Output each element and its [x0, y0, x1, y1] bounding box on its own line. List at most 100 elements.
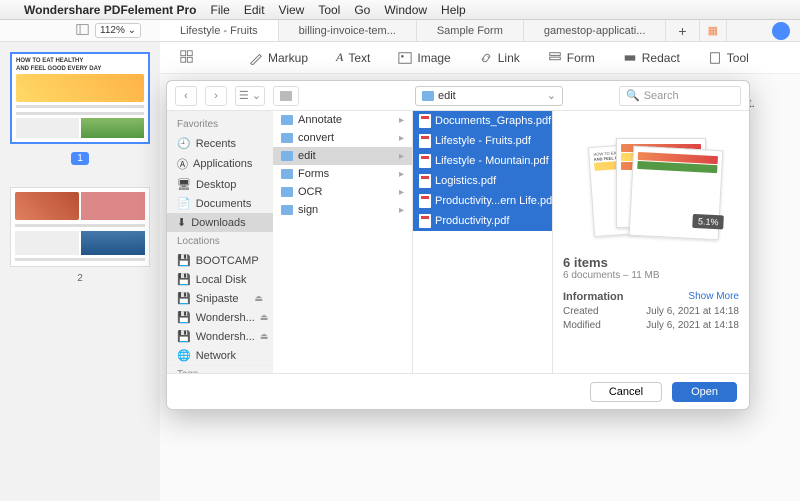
pdf-icon — [419, 154, 431, 168]
menu-edit[interactable]: Edit — [244, 3, 265, 17]
user-avatar[interactable] — [772, 22, 790, 40]
loc-wondershare2[interactable]: 💾Wondersh...⏏ — [167, 327, 273, 346]
file-documents-graphs[interactable]: Documents_Graphs.pdf — [413, 111, 552, 131]
open-button[interactable]: Open — [672, 382, 737, 402]
fav-applications[interactable]: ⒶApplications — [167, 153, 273, 175]
page-num-1: 1 — [71, 152, 89, 165]
file-logistics[interactable]: Logistics.pdf — [413, 171, 552, 191]
tab-billing[interactable]: billing-invoice-tem... — [279, 20, 417, 41]
tags-header: Tags — [167, 365, 273, 373]
menu-go[interactable]: Go — [354, 3, 370, 17]
apps-icon: Ⓐ — [177, 156, 188, 172]
text-tool[interactable]: AText — [336, 50, 370, 65]
search-field[interactable]: 🔍Search — [619, 86, 741, 106]
menu-help[interactable]: Help — [441, 3, 466, 17]
menu-view[interactable]: View — [279, 3, 305, 17]
pdf-icon — [419, 214, 431, 228]
favorites-header: Favorites — [167, 115, 273, 134]
loc-bootcamp[interactable]: 💾BOOTCAMP — [167, 251, 273, 270]
items-sub: 6 documents – 11 MB — [563, 270, 739, 281]
file-column: Documents_Graphs.pdf Lifestyle - Fruits.… — [413, 111, 553, 373]
file-lifestyle-fruits[interactable]: Lifestyle - Fruits.pdf — [413, 131, 552, 151]
badge: 5.1% — [693, 214, 724, 230]
tool-tool[interactable]: Tool — [708, 51, 749, 65]
info-header: Information — [563, 291, 624, 303]
menu-file[interactable]: File — [211, 3, 230, 17]
document-tabs: Lifestyle - Fruits billing-invoice-tem..… — [160, 20, 800, 42]
pdf-icon — [419, 114, 431, 128]
thumbnails-icon[interactable] — [180, 50, 193, 66]
fav-downloads[interactable]: ⬇Downloads — [167, 213, 273, 232]
tab-sample[interactable]: Sample Form — [417, 20, 524, 41]
cancel-button[interactable]: Cancel — [590, 382, 662, 402]
folder-sign[interactable]: sign▸ — [273, 201, 412, 219]
back-button[interactable]: ‹ — [175, 86, 197, 106]
pdf-icon — [419, 194, 431, 208]
drive-icon: 💾 — [177, 273, 191, 286]
loc-localdisk[interactable]: 💾Local Disk — [167, 270, 273, 289]
apps-grid-icon[interactable]: ▦ — [700, 20, 727, 41]
fav-recents[interactable]: 🕘Recents — [167, 134, 273, 153]
zoom-select[interactable]: 112% ⌄ — [95, 23, 141, 38]
drive-icon: 💾 — [177, 292, 191, 305]
folder-annotate[interactable]: Annotate▸ — [273, 111, 412, 129]
menubar: Wondershare PDFelement Pro File Edit Vie… — [0, 0, 800, 20]
modified-value: July 6, 2021 at 14:18 — [646, 320, 739, 331]
search-icon: 🔍 — [626, 89, 640, 102]
eject-icon[interactable]: ⏏ — [260, 312, 269, 323]
documents-icon: 📄 — [177, 197, 191, 210]
items-count: 6 items — [563, 255, 739, 270]
menu-tool[interactable]: Tool — [318, 3, 340, 17]
preview-column: HOW TO EAT HEALTHYAND FEEL GOOD EVERY DA… — [553, 111, 749, 373]
link-tool[interactable]: Link — [479, 51, 520, 65]
folder-icon — [422, 91, 434, 101]
folder-icon — [281, 205, 293, 215]
sidebar-toggle-icon[interactable] — [76, 23, 89, 39]
folder-icon — [281, 169, 293, 179]
group-button[interactable] — [273, 86, 299, 106]
show-more-link[interactable]: Show More — [688, 291, 739, 303]
markup-tool[interactable]: Markup — [249, 51, 308, 65]
eject-icon[interactable]: ⏏ — [254, 293, 263, 304]
tab-gamestop[interactable]: gamestop-applicati... — [524, 20, 667, 41]
modified-label: Modified — [563, 320, 601, 331]
loc-snipaste[interactable]: 💾Snipaste⏏ — [167, 289, 273, 308]
fav-documents[interactable]: 📄Documents — [167, 194, 273, 213]
thumbnail-1[interactable]: HOW TO EAT HEALTHY AND FEEL GOOD EVERY D… — [10, 52, 150, 144]
image-tool[interactable]: Image — [398, 51, 450, 65]
path-selector[interactable]: edit⌄ — [415, 86, 563, 106]
tool-tabs: Markup AText Image Link Form Redact Tool — [160, 42, 800, 74]
dialog-buttons: Cancel Open — [167, 373, 749, 409]
view-mode-button[interactable]: ☰ ⌄ — [235, 86, 265, 106]
drive-icon: 💾 — [177, 254, 191, 267]
thumbnail-2[interactable] — [10, 187, 150, 267]
file-productivity[interactable]: Productivity.pdf — [413, 211, 552, 231]
redact-tool[interactable]: Redact — [623, 51, 680, 65]
folder-ocr[interactable]: OCR▸ — [273, 183, 412, 201]
folder-icon — [281, 115, 293, 125]
new-tab-button[interactable]: + — [666, 20, 699, 41]
folder-edit[interactable]: edit▸ — [273, 147, 412, 165]
tab-lifestyle[interactable]: Lifestyle - Fruits — [160, 20, 279, 41]
folder-column: Annotate▸ convert▸ edit▸ Forms▸ OCR▸ sig… — [273, 111, 413, 373]
file-productivity-life[interactable]: Productivity...ern Life.pdf — [413, 191, 552, 211]
eject-icon[interactable]: ⏏ — [260, 331, 269, 342]
form-tool[interactable]: Form — [548, 51, 595, 65]
drive-icon: 💾 — [177, 311, 191, 324]
folder-convert[interactable]: convert▸ — [273, 129, 412, 147]
locations-header: Locations — [167, 232, 273, 251]
folder-forms[interactable]: Forms▸ — [273, 165, 412, 183]
downloads-icon: ⬇ — [177, 216, 186, 229]
fav-desktop[interactable]: 🖥Desktop — [167, 175, 273, 194]
drive-icon: 💾 — [177, 330, 191, 343]
file-lifestyle-mountain[interactable]: Lifestyle - Mountain.pdf — [413, 151, 552, 171]
loc-network[interactable]: 🌐Network — [167, 346, 273, 365]
clock-icon: 🕘 — [177, 137, 191, 150]
network-icon: 🌐 — [177, 349, 191, 362]
file-open-dialog: ‹ › ☰ ⌄ edit⌄ 🔍Search Favorites 🕘Recents… — [166, 80, 750, 410]
menu-window[interactable]: Window — [384, 3, 427, 17]
forward-button[interactable]: › — [205, 86, 227, 106]
folder-icon — [281, 133, 293, 143]
loc-wondershare1[interactable]: 💾Wondersh...⏏ — [167, 308, 273, 327]
folder-icon — [281, 151, 293, 161]
